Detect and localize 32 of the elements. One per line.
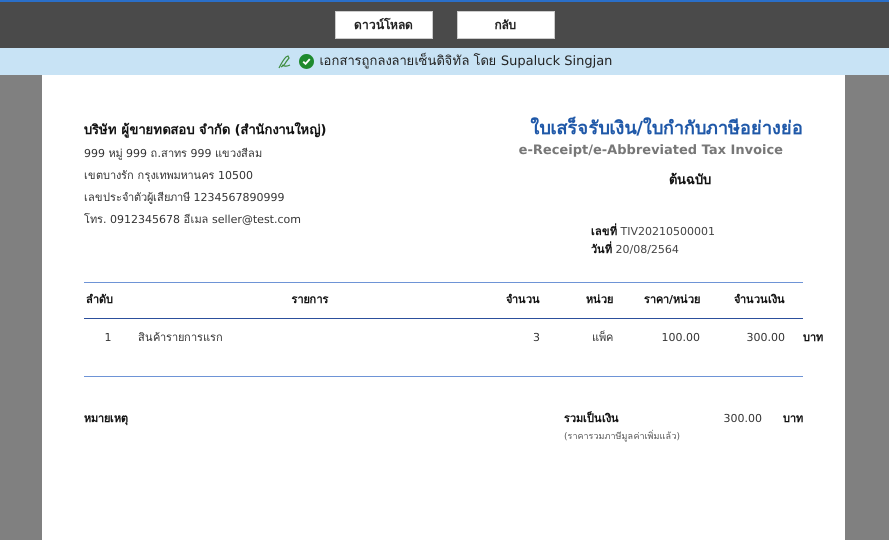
- table-cell-text: 3: [532, 330, 540, 346]
- table-cell-text: 1: [104, 330, 112, 346]
- toolbar-button[interactable]: กลับ: [456, 11, 554, 39]
- table-cell-text: สินค้ารายการแรก: [138, 330, 224, 346]
- seller-detail: เขตบางรัก กรุงเทพมหานคร 10500: [84, 168, 254, 184]
- total-label: รวมเป็นเงิน: [564, 410, 620, 426]
- column-header: หน่วย: [585, 292, 613, 308]
- column-header: ราคา/หน่วย: [642, 292, 700, 308]
- column-header: รายการ: [290, 292, 330, 308]
- document-title: ใบเสร็จรับเงิน/ใบกำกับภาษีอย่างย่อ: [530, 117, 803, 141]
- total-currency: บาท: [782, 410, 803, 426]
- document-field: วันที่ 20/08/2564: [591, 240, 751, 258]
- total-amount: 300.00: [722, 410, 762, 426]
- column-header: จำนวนเงิน: [733, 292, 785, 308]
- signature-status-text: เอกสารถูกลงลายเซ็นดิจิทัล โดย Supaluck Singjan: [320, 52, 612, 71]
- seller-detail: โทร. 0912345678 อีเมล seller@test.com: [84, 212, 302, 228]
- total-note: (ราคารวมภาษีมูลค่าเพิ่มแล้ว): [564, 431, 714, 444]
- document-subtitle: e-Receipt/e-Abbreviated Tax Invoice: [518, 142, 783, 160]
- toolbar-button[interactable]: ดาวน์โหลด: [334, 11, 432, 39]
- table-cell-text: บาท: [802, 330, 823, 346]
- seller-name: บริษัท ผู้ขายทดสอบ จำกัด (สำนักงานใหญ่): [84, 121, 326, 140]
- document-field: เลขที่ TIV20210500001: [591, 222, 751, 240]
- column-header: จำนวน: [505, 292, 540, 308]
- copy-label: ต้นฉบับ: [669, 172, 711, 190]
- table-cell-text: 300.00: [746, 330, 785, 346]
- table-cell-text: 100.00: [660, 330, 700, 346]
- table-cell-text: แพ็ค: [591, 330, 613, 346]
- notes-label: หมายเหตุ: [84, 410, 129, 428]
- seller-detail: 999 หมู่ 999 ถ.สาทร 999 แขวงสีลม: [84, 146, 263, 162]
- column-header: ลำดับ: [85, 292, 114, 308]
- signature-pen-icon: [276, 54, 293, 70]
- seller-detail: เลขประจำตัวผู้เสียภาษี 1234567890999: [84, 190, 286, 206]
